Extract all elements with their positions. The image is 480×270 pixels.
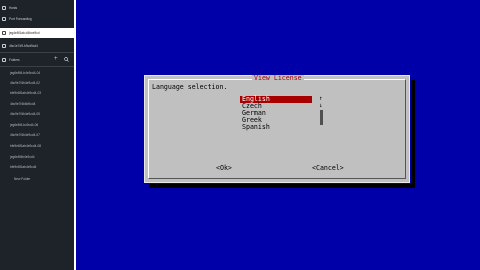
terminal-icon <box>2 44 6 48</box>
folder-item[interactable]: bfe9e8f1ab4e9cd4 <box>10 165 36 169</box>
folder-item[interactable]: jeg6e8f4-bc9cd4-06 <box>10 123 38 127</box>
dialog-shadow <box>411 80 415 188</box>
sidebar-item-port-forwarding[interactable]: Port Forwarding <box>2 14 72 24</box>
folder-item[interactable]: 4bc9e7f4b4e9cd4-05 <box>10 112 40 116</box>
dialog-title: View License <box>252 74 304 82</box>
sidebar-divider <box>0 66 74 67</box>
sidebar-item-label: jeg4e8f1ab.d4bce9cd <box>9 31 40 35</box>
sidebar-item-session[interactable]: 4bc1e7d9-b9cd9cd4 <box>2 41 72 51</box>
dialog-shadow <box>149 184 415 188</box>
scroll-down-icon[interactable]: ↓ <box>319 103 323 109</box>
folder-item[interactable]: jeg6e8f4-b4e9cd4-04 <box>10 71 40 75</box>
cancel-button[interactable]: <Cancel> <box>312 165 344 172</box>
forward-icon <box>2 17 6 21</box>
ok-button[interactable]: <Ok> <box>216 165 232 172</box>
sidebar-item-label: Hosts <box>9 6 18 10</box>
dialog-prompt: Language selection. <box>152 83 228 91</box>
sidebar-item-label: Port Forwarding <box>9 17 32 21</box>
language-option[interactable]: Spanish <box>240 124 312 131</box>
folder-item[interactable]: 4bc9e7f4b4e9cd4-02 <box>10 81 40 85</box>
sidebar-item-label: Folders <box>9 58 20 62</box>
sidebar-item-active-session[interactable]: jeg4e8f1ab.d4bce9cd <box>0 28 74 38</box>
folder-item[interactable]: jeg6e8f4b4e9cd4 <box>10 155 34 159</box>
server-icon <box>2 6 6 10</box>
new-folder-link[interactable]: New Folder <box>14 177 30 181</box>
sidebar: Hosts Port Forwarding jeg4e8f1ab.d4bce9c… <box>0 0 76 270</box>
add-icon[interactable]: + <box>54 56 58 62</box>
scrollbar[interactable] <box>320 110 323 125</box>
folder-item[interactable]: 4bc9e7f4b6b9cd4 <box>10 102 35 106</box>
folder-item[interactable]: bfe9e8f1ab4e9cd4-03 <box>10 91 41 95</box>
folder-item[interactable]: bfe9e8f1ab4e9cd4-08 <box>10 144 41 148</box>
terminal-icon <box>2 31 6 35</box>
sidebar-divider <box>0 52 74 53</box>
sidebar-item-folders[interactable]: Folders <box>2 55 72 65</box>
folder-icon <box>2 58 6 62</box>
sidebar-item-label: 4bc1e7d9-b9cd9cd4 <box>9 44 38 48</box>
folder-item[interactable]: 4bc9e7f4b4e9cd4-07 <box>10 133 40 137</box>
sidebar-item-hosts[interactable]: Hosts <box>2 3 72 13</box>
search-icon[interactable] <box>64 57 69 62</box>
license-dialog: View License Language selection. English… <box>144 74 415 188</box>
